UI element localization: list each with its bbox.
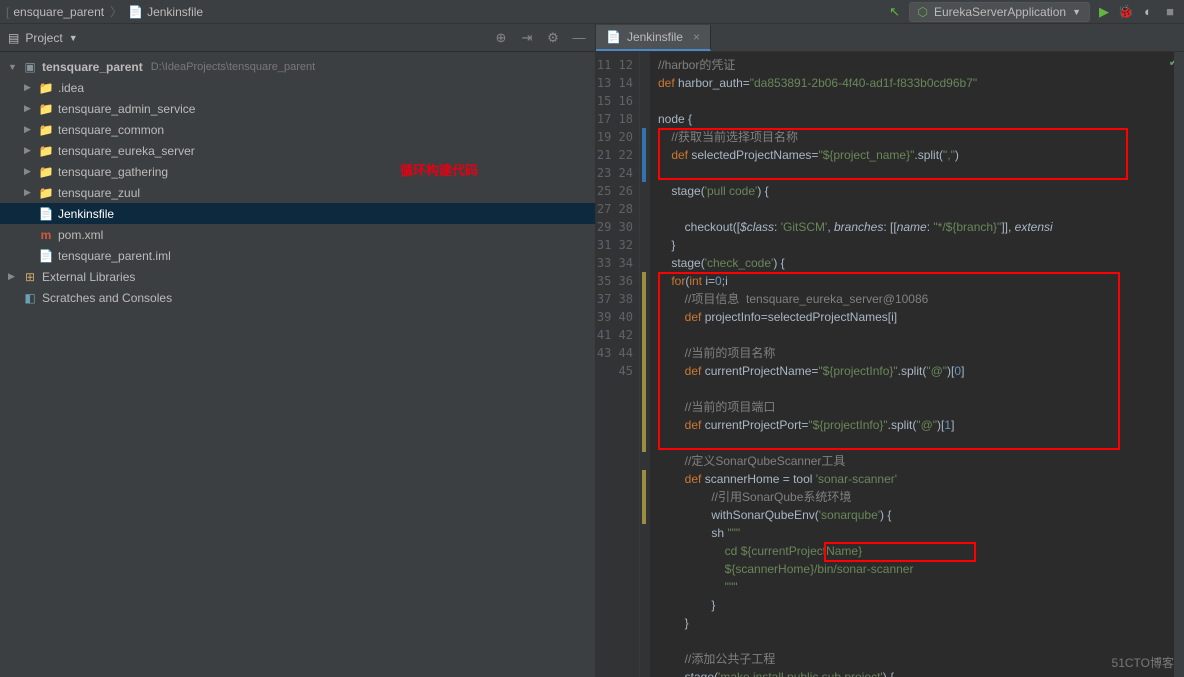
close-icon[interactable]: × [693,30,700,44]
run-config-name: EurekaServerApplication [934,5,1066,19]
folder-icon: 📁 [38,144,54,158]
coverage-icon[interactable]: ◐ [1140,4,1156,20]
code-editor[interactable]: //harbor的凭证 def harbor_auth="da853891-2b… [650,52,1184,677]
debug-icon[interactable]: 🐞 [1118,4,1134,20]
folder-icon: 📁 [38,102,54,116]
folder-icon: 📁 [38,81,54,95]
chevron-down-icon: ▼ [1072,7,1081,17]
folder-icon: 📁 [38,165,54,179]
line-gutter: 11 12 13 14 15 16 17 18 19 20 21 22 23 2… [596,52,640,677]
breadcrumb[interactable]: [ensquare_parent 〉 📄 Jenkinsfile [6,3,203,20]
file-icon: 📄 [128,5,143,19]
tree-file-iml[interactable]: 📄tensquare_parent.iml [0,245,595,266]
scratches[interactable]: ◧Scratches and Consoles [0,287,595,308]
run-icon[interactable]: ▶ [1096,4,1112,20]
chevron-down-icon: ▼ [8,62,18,72]
folder-icon: 📁 [38,123,54,137]
module-path: D:\IdeaProjects\tensquare_parent [151,61,316,73]
tree-folder[interactable]: ▶📁tensquare_eureka_server [0,140,595,161]
breadcrumb-file[interactable]: Jenkinsfile [147,5,203,19]
run-config-select[interactable]: ⬡ EurekaServerApplication ▼ [909,2,1090,22]
tree-file-jenkins[interactable]: 📄Jenkinsfile [0,203,595,224]
file-icon: 📄 [38,207,54,221]
hide-icon[interactable]: — [571,30,587,46]
module-icon: ▣ [22,60,38,74]
chevron-down-icon: ▼ [69,33,78,43]
tree-folder[interactable]: ▶📁tensquare_zuul [0,182,595,203]
stop-icon[interactable]: ■ [1162,4,1178,20]
tree-folder[interactable]: ▶📁tensquare_common [0,119,595,140]
annotation-text: 循环构建代码 [400,160,478,179]
spring-icon: ⬡ [918,5,928,19]
tree-file-pom[interactable]: mpom.xml [0,224,595,245]
tree-folder[interactable]: ▶📁tensquare_gathering [0,161,595,182]
maven-icon: m [38,228,54,242]
tree-folder[interactable]: ▶📁.idea [0,77,595,98]
locate-icon[interactable]: ⊕ [493,30,509,46]
overview-ruler[interactable] [1174,52,1184,677]
file-icon: 📄 [38,249,54,263]
project-icon: ▤ [8,31,19,45]
watermark: 51CTO博客 [1112,654,1174,671]
external-libraries[interactable]: ▶⊞External Libraries [0,266,595,287]
change-markers [640,52,650,677]
file-icon: 📄 [606,30,621,44]
tree-root[interactable]: ▼ ▣ tensquare_parent D:\IdeaProjects\ten… [0,56,595,77]
tree-folder[interactable]: ▶📁tensquare_admin_service [0,98,595,119]
tab-jenkinsfile[interactable]: 📄 Jenkinsfile × [596,25,711,51]
project-tool-title[interactable]: ▤ Project ▼ [8,31,78,45]
scratches-icon: ◧ [22,291,38,305]
sync-icon[interactable]: ↖ [887,4,903,20]
breadcrumb-root[interactable]: ensquare_parent [13,5,104,19]
gear-icon[interactable]: ⚙ [545,30,561,46]
library-icon: ⊞ [22,270,38,284]
editor-tabs: 📄 Jenkinsfile × [596,24,1184,52]
collapse-icon[interactable]: ⇥ [519,30,535,46]
folder-icon: 📁 [38,186,54,200]
